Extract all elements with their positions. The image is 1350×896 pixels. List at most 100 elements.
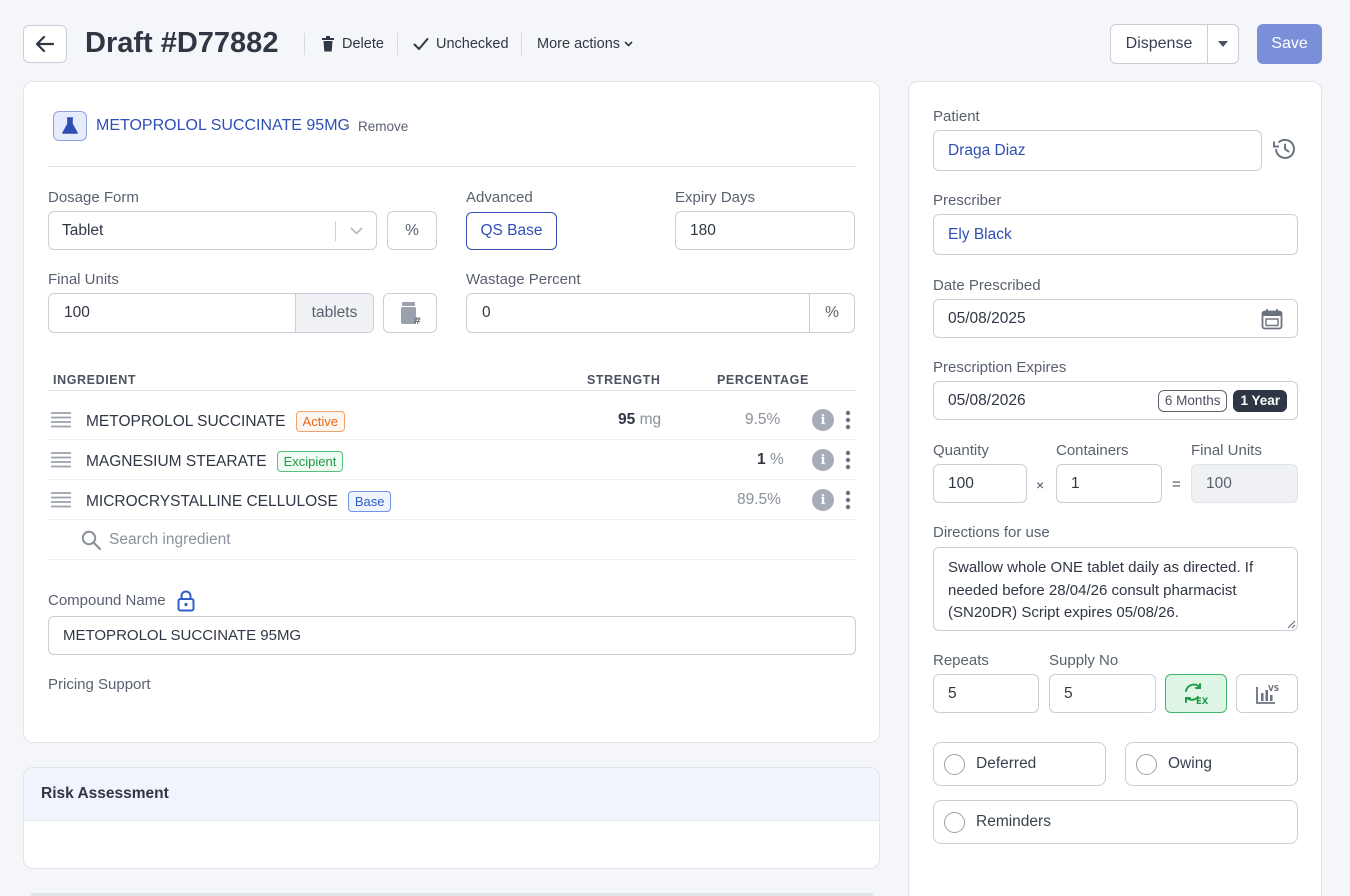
directions-text: Swallow whole ONE tablet daily as direct… <box>948 559 1254 621</box>
quantity-label: Quantity <box>933 442 989 459</box>
chart-vs-button[interactable]: VS <box>1236 674 1298 713</box>
prescriber-input[interactable]: Ely Black <box>933 214 1298 255</box>
percentage-value: 9.5% <box>745 411 781 428</box>
role-badge: Active <box>295 411 345 432</box>
ingredient-name[interactable]: MAGNESIUM STEARATE <box>86 453 267 471</box>
pill-bottle-icon: # <box>401 302 421 325</box>
resize-handle-icon[interactable] <box>1287 620 1296 629</box>
ingredient-name[interactable]: MICROCRYSTALLINE CELLULOSE <box>86 493 338 511</box>
strength-unit: mg <box>639 411 662 428</box>
risk-assessment-title[interactable]: Risk Assessment <box>24 768 879 821</box>
deferred-radio[interactable]: Deferred <box>933 742 1106 786</box>
separator-dot: • <box>345 118 350 133</box>
dispense-dropdown-button[interactable] <box>1208 25 1238 63</box>
patient-input[interactable]: Draga Diaz <box>933 130 1262 171</box>
info-icon[interactable]: i <box>812 409 834 431</box>
role-badge: Excipient <box>276 451 344 472</box>
advanced-label: Advanced <box>466 189 533 206</box>
sidebar-final-units-label: Final Units <box>1191 442 1262 459</box>
final-units-suffix: tablets <box>295 294 373 332</box>
delete-button[interactable]: Delete <box>321 31 384 57</box>
qs-base-toggle[interactable]: QS Base <box>466 212 557 250</box>
expiry-days-label: Expiry Days <box>675 189 756 206</box>
percentage-value: 89.5% <box>737 491 781 508</box>
pricing-support-label[interactable]: Pricing Support <box>48 675 151 695</box>
divider <box>48 390 856 391</box>
kebab-menu-icon[interactable] <box>845 450 851 470</box>
save-button[interactable]: Save <box>1257 24 1322 64</box>
info-icon[interactable]: i <box>812 489 834 511</box>
history-icon[interactable] <box>1272 137 1297 161</box>
dispense-split-button: Dispense <box>1110 24 1239 64</box>
quantity-input[interactable]: 100 <box>933 464 1027 503</box>
patient-label: Patient <box>933 108 980 125</box>
containers-input[interactable]: 1 <box>1056 464 1162 503</box>
more-actions-button[interactable]: More actions <box>537 31 633 57</box>
ingredient-header: INGREDIENT <box>53 373 137 387</box>
percent-button[interactable]: % <box>387 211 437 250</box>
dosage-form-value: Tablet <box>62 221 104 239</box>
strength-header: STRENGTH <box>587 373 661 387</box>
unchecked-button[interactable]: Unchecked <box>413 31 509 57</box>
trash-icon <box>322 36 334 52</box>
reminders-label: Reminders <box>976 813 1051 830</box>
repeat-ex-button[interactable]: EX <box>1165 674 1227 713</box>
drag-handle-icon[interactable] <box>51 452 71 468</box>
compound-name-label: Compound Name <box>48 592 166 609</box>
chevron-down-icon <box>349 226 363 235</box>
caret-down-icon <box>1218 41 1228 47</box>
back-button[interactable] <box>23 25 67 63</box>
dispense-button[interactable]: Dispense <box>1111 25 1208 63</box>
repeats-label: Repeats <box>933 652 989 669</box>
kebab-menu-icon[interactable] <box>845 490 851 510</box>
sidebar-final-units-value: 100 <box>1191 464 1298 503</box>
ingredient-search-row[interactable]: Search ingredient <box>48 520 856 560</box>
prescription-expires-input[interactable]: 05/08/2026 6 Months 1 Year <box>933 381 1298 420</box>
owing-label: Owing <box>1168 755 1212 772</box>
drag-handle-icon[interactable] <box>51 492 71 508</box>
six-months-option[interactable]: 6 Months <box>1157 389 1228 412</box>
svg-text:EX: EX <box>1196 697 1209 706</box>
delete-label: Delete <box>342 36 384 52</box>
prescriber-label: Prescriber <box>933 192 1002 209</box>
search-ingredient-input[interactable]: Search ingredient <box>109 531 231 549</box>
lock-icon[interactable] <box>177 590 195 612</box>
ingredient-row: MAGNESIUM STEARATE Excipient 1 % i <box>48 440 856 480</box>
dosage-form-select[interactable]: Tablet <box>48 211 377 250</box>
repeats-input[interactable]: 5 <box>933 674 1039 713</box>
strength-value[interactable]: 1 <box>757 451 766 468</box>
svg-text:VS: VS <box>1268 684 1279 693</box>
check-icon <box>413 38 429 50</box>
remove-link[interactable]: Remove <box>358 119 408 134</box>
supply-no-input[interactable]: 5 <box>1049 674 1156 713</box>
final-units-group: 100 tablets <box>48 293 374 333</box>
product-name-link[interactable]: METOPROLOL SUCCINATE 95MG <box>96 117 350 135</box>
drag-handle-icon[interactable] <box>51 412 71 428</box>
reminders-radio[interactable]: Reminders <box>933 800 1298 844</box>
container-calc-button[interactable]: # <box>383 293 437 333</box>
date-prescribed-input[interactable]: 05/08/2025 <box>933 299 1298 338</box>
compound-name-input[interactable]: METOPROLOL SUCCINATE 95MG <box>48 616 856 655</box>
expiry-days-input[interactable]: 180 <box>675 211 855 250</box>
one-year-option[interactable]: 1 Year <box>1233 389 1287 412</box>
ingredient-name[interactable]: METOPROLOL SUCCINATE <box>86 413 286 431</box>
directions-textarea[interactable]: Swallow whole ONE tablet daily as direct… <box>933 547 1298 631</box>
strength-value[interactable]: 95 <box>618 411 635 428</box>
divider <box>397 33 398 55</box>
ingredient-row: MICROCRYSTALLINE CELLULOSE Base 89.5% i <box>48 480 856 520</box>
info-icon[interactable]: i <box>812 449 834 471</box>
divider <box>48 166 856 167</box>
risk-assessment-card: Risk Assessment <box>23 767 880 869</box>
radio-circle <box>944 811 965 833</box>
strength-unit: % <box>769 451 784 468</box>
kebab-menu-icon[interactable] <box>845 410 851 430</box>
final-units-input[interactable]: 100 <box>49 304 295 322</box>
wastage-suffix: % <box>809 294 854 332</box>
owing-radio[interactable]: Owing <box>1125 742 1298 786</box>
arrow-left-icon <box>35 35 55 53</box>
refresh-ex-icon: EX <box>1185 682 1209 706</box>
calendar-icon[interactable] <box>1261 308 1283 330</box>
ingredient-row: METOPROLOL SUCCINATE Active 95 mg 9.5% i <box>48 400 856 440</box>
prescription-expires-value: 05/08/2026 <box>948 391 1026 409</box>
wastage-input[interactable]: 0 <box>467 304 809 322</box>
